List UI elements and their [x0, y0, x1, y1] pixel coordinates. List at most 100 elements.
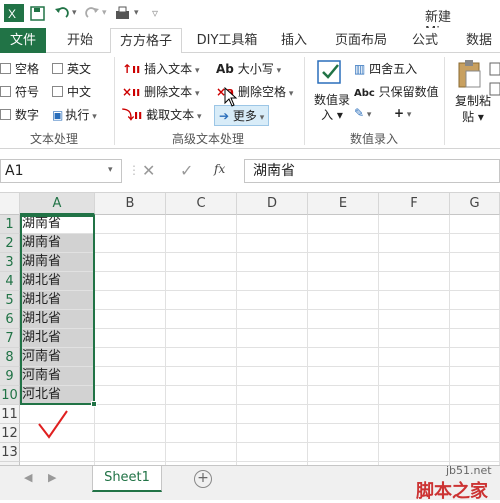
- cell[interactable]: [308, 272, 379, 291]
- sheet-tab-sheet1[interactable]: Sheet1: [92, 466, 162, 492]
- cell[interactable]: [95, 329, 166, 348]
- cell[interactable]: [95, 291, 166, 310]
- row-header[interactable]: 11: [0, 405, 20, 424]
- cell[interactable]: [450, 348, 500, 367]
- enter-icon[interactable]: ✓: [180, 161, 193, 180]
- case-button[interactable]: Ab 大小写 ▾: [216, 60, 281, 77]
- tab-diy[interactable]: DIY工具箱: [192, 28, 262, 53]
- cell[interactable]: [379, 367, 450, 386]
- save-icon[interactable]: [30, 6, 46, 22]
- more-button[interactable]: ➔ 更多 ▾: [214, 105, 270, 126]
- undo-dropdown-icon[interactable]: ▾: [72, 8, 77, 18]
- cell[interactable]: [166, 310, 237, 329]
- row-header[interactable]: 5: [0, 291, 20, 310]
- cell[interactable]: [166, 291, 237, 310]
- column-header[interactable]: G: [450, 193, 500, 215]
- name-box[interactable]: A1: [0, 159, 122, 183]
- cell[interactable]: [379, 253, 450, 272]
- cell[interactable]: [95, 253, 166, 272]
- row-header[interactable]: 12: [0, 424, 20, 443]
- cell[interactable]: [166, 272, 237, 291]
- insert-function-icon[interactable]: fx: [214, 162, 225, 176]
- cell[interactable]: [379, 348, 450, 367]
- cell[interactable]: [95, 443, 166, 462]
- cell[interactable]: [450, 443, 500, 462]
- cell[interactable]: [237, 272, 308, 291]
- cell[interactable]: [166, 424, 237, 443]
- cell[interactable]: [237, 348, 308, 367]
- cell[interactable]: [450, 272, 500, 291]
- cell[interactable]: [237, 329, 308, 348]
- cell[interactable]: [237, 405, 308, 424]
- row-header[interactable]: 2: [0, 234, 20, 253]
- cell[interactable]: [308, 329, 379, 348]
- cell[interactable]: [237, 424, 308, 443]
- cell[interactable]: [237, 443, 308, 462]
- cell[interactable]: [95, 367, 166, 386]
- cell[interactable]: [166, 405, 237, 424]
- cell[interactable]: [379, 443, 450, 462]
- column-header[interactable]: F: [379, 193, 450, 215]
- cell[interactable]: [308, 348, 379, 367]
- cell[interactable]: [308, 367, 379, 386]
- cell[interactable]: [95, 386, 166, 405]
- cell[interactable]: [450, 291, 500, 310]
- cell[interactable]: [95, 272, 166, 291]
- cell[interactable]: [308, 310, 379, 329]
- cell[interactable]: [308, 253, 379, 272]
- cell[interactable]: [379, 329, 450, 348]
- cell[interactable]: [95, 424, 166, 443]
- cell[interactable]: [379, 386, 450, 405]
- insert-text-button[interactable]: ↑ıı 插入文本 ▾: [122, 60, 200, 77]
- cell[interactable]: [166, 253, 237, 272]
- cell[interactable]: [379, 272, 450, 291]
- cell[interactable]: [308, 234, 379, 253]
- tab-fangfang[interactable]: 方方格子: [110, 28, 182, 54]
- value-entry-button[interactable]: 数值录入 ▾: [312, 93, 352, 123]
- edit-button[interactable]: ✎ ▾: [354, 106, 371, 120]
- cell-a[interactable]: 湖北省: [20, 310, 95, 329]
- formula-input[interactable]: 湖南省: [244, 159, 500, 183]
- cell[interactable]: [308, 291, 379, 310]
- cell[interactable]: [166, 443, 237, 462]
- cell[interactable]: [166, 234, 237, 253]
- execute-button[interactable]: ▣ 执行 ▾: [52, 106, 97, 123]
- cell[interactable]: [237, 367, 308, 386]
- add-sheet-button[interactable]: +: [194, 470, 212, 488]
- cell[interactable]: [166, 215, 237, 234]
- tab-file[interactable]: 文件: [0, 28, 46, 53]
- cell[interactable]: [95, 215, 166, 234]
- qat-customize-icon[interactable]: ▿: [152, 6, 158, 20]
- plus-button[interactable]: + ▾: [394, 106, 411, 120]
- select-all-corner[interactable]: [0, 193, 20, 215]
- cell-a[interactable]: 河南省: [20, 367, 95, 386]
- cell[interactable]: [450, 405, 500, 424]
- cell[interactable]: [237, 386, 308, 405]
- row-header[interactable]: 6: [0, 310, 20, 329]
- round-button[interactable]: ▥ 四舍五入: [354, 60, 417, 77]
- cell[interactable]: [308, 424, 379, 443]
- row-header[interactable]: 10: [0, 386, 20, 405]
- keep-values-button[interactable]: Abc 只保留数值: [354, 83, 439, 100]
- row-header[interactable]: 7: [0, 329, 20, 348]
- cell-a[interactable]: 湖北省: [20, 329, 95, 348]
- symbol-checkbox[interactable]: 符号: [0, 83, 39, 100]
- cell[interactable]: [450, 234, 500, 253]
- number-checkbox[interactable]: 数字: [0, 106, 39, 123]
- cell-a[interactable]: 湖南省: [20, 253, 95, 272]
- name-box-dropdown-icon[interactable]: ▾: [108, 165, 113, 175]
- cell[interactable]: [450, 329, 500, 348]
- cell[interactable]: [308, 405, 379, 424]
- fill-handle[interactable]: [91, 401, 97, 407]
- cell[interactable]: [308, 443, 379, 462]
- cell-a[interactable]: [20, 443, 95, 462]
- cell[interactable]: [379, 291, 450, 310]
- cell[interactable]: [450, 386, 500, 405]
- row-header[interactable]: 3: [0, 253, 20, 272]
- cell[interactable]: [237, 310, 308, 329]
- extract-text-button[interactable]: ⤵ıı 截取文本 ▾: [122, 106, 201, 123]
- cell[interactable]: [166, 348, 237, 367]
- print-preview-icon[interactable]: [114, 6, 132, 22]
- cell[interactable]: [379, 405, 450, 424]
- cell[interactable]: [166, 386, 237, 405]
